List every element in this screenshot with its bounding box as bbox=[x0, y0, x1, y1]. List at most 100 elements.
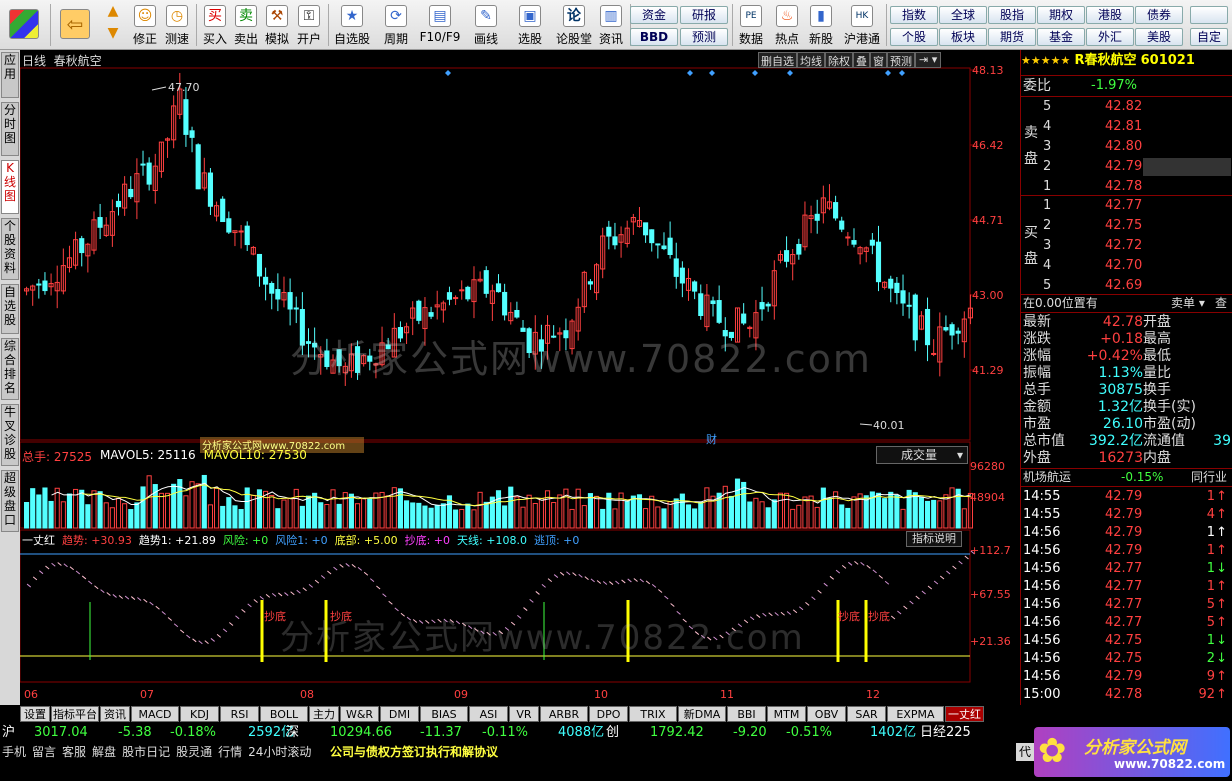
futures-button[interactable]: 期货 bbox=[988, 28, 1036, 46]
indicator-tab[interactable]: MTM bbox=[767, 706, 806, 722]
indicator-tab[interactable]: ARBR bbox=[540, 706, 588, 722]
data-button[interactable]: PE 数据 bbox=[736, 3, 766, 47]
draw-button[interactable]: ✎ 画线 bbox=[466, 3, 506, 47]
indicator-tab[interactable]: BBI bbox=[727, 706, 766, 722]
sell-level-4[interactable]: 2 42.79 bbox=[1021, 158, 1232, 176]
bottom-menu-item[interactable]: 股市日记 bbox=[122, 743, 170, 761]
cy-index[interactable]: 1792.42 bbox=[650, 723, 704, 743]
buy-level-1[interactable]: 1 42.77 bbox=[1021, 197, 1232, 215]
left-tab-kline[interactable]: K线图 bbox=[1, 160, 19, 214]
buy-level-5[interactable]: 5 42.69 bbox=[1021, 277, 1232, 295]
indicator-tab[interactable]: BIAS bbox=[420, 706, 468, 722]
same-industry-link[interactable]: 同行业 bbox=[1191, 468, 1227, 486]
sh-index[interactable]: 3017.04 bbox=[34, 723, 88, 743]
indicator-tab[interactable]: BOLL bbox=[260, 706, 308, 722]
funds-button[interactable]: 资金 bbox=[630, 6, 678, 24]
sell-level-3[interactable]: 3 42.80 bbox=[1021, 138, 1232, 156]
forex-button[interactable]: 外汇 bbox=[1086, 28, 1134, 46]
sell-button[interactable]: 卖卖出 bbox=[231, 3, 261, 47]
indicator-tab[interactable]: EXPMA bbox=[887, 706, 944, 722]
up-down-button[interactable]: ▲ ▼ bbox=[100, 3, 126, 47]
us-stocks-button[interactable]: 美股 bbox=[1135, 28, 1183, 46]
nikkei-label[interactable]: 日经225 bbox=[920, 723, 971, 743]
sell-level-5[interactable]: 1 42.78 bbox=[1021, 178, 1232, 196]
left-tab-self-select[interactable]: 自选股 bbox=[1, 284, 19, 334]
bottom-menu-item[interactable]: 行情 bbox=[218, 743, 242, 761]
period-button[interactable]: ⟳ 周期 bbox=[376, 3, 416, 47]
index-button[interactable]: 指数 bbox=[890, 6, 938, 24]
buy-button[interactable]: 买买入 bbox=[200, 3, 230, 47]
bottom-menu-item[interactable]: 手机 bbox=[2, 743, 26, 761]
indicator-tab[interactable]: SAR bbox=[847, 706, 886, 722]
left-tab-diagnosis[interactable]: 牛叉诊股 bbox=[1, 404, 19, 466]
research-button[interactable]: 研报 bbox=[680, 6, 728, 24]
window-button[interactable]: 窗 bbox=[870, 52, 887, 68]
custom-top-button[interactable] bbox=[1190, 6, 1228, 24]
order-label[interactable]: 卖单 ▾ bbox=[1171, 294, 1205, 312]
indicator-tab[interactable]: DMI bbox=[380, 706, 419, 722]
left-tab-timeshare[interactable]: 分时图 bbox=[1, 102, 19, 156]
speedtest-button[interactable]: ◷ 测速 bbox=[162, 3, 192, 47]
indicator-tab[interactable]: TRIX bbox=[629, 706, 677, 722]
bottom-menu-item[interactable]: 客服 bbox=[62, 743, 86, 761]
hot-button[interactable]: ♨ 热点 bbox=[772, 3, 802, 47]
left-tab-super-board[interactable]: 超级盘口 bbox=[1, 470, 19, 532]
sell-level-2[interactable]: 4 42.81 bbox=[1021, 118, 1232, 136]
indicator-tab[interactable]: KDJ bbox=[180, 706, 219, 722]
indicator-tab[interactable]: OBV bbox=[807, 706, 846, 722]
f10-button[interactable]: ▤ F10/F9 bbox=[418, 3, 462, 47]
indicator-tab[interactable]: DPO bbox=[589, 706, 628, 722]
indicator-tab[interactable]: 新DMA bbox=[678, 706, 726, 722]
indicator-tab[interactable]: 主力 bbox=[309, 706, 339, 722]
self-select-button[interactable]: ★ 自选股 bbox=[332, 3, 372, 47]
forecast-button[interactable]: 预测 bbox=[680, 28, 728, 46]
options-button[interactable]: 期权 bbox=[1037, 6, 1085, 24]
indicator-tab[interactable]: MACD bbox=[131, 706, 179, 722]
open-account-button[interactable]: ⚿ 开户 bbox=[294, 3, 324, 47]
side-status-label[interactable]: 代 bbox=[1019, 745, 1031, 759]
new-stock-button[interactable]: ▮ 新股 bbox=[806, 3, 836, 47]
volume-dropdown[interactable]: 成交量 ▾ bbox=[876, 446, 968, 464]
bonds-button[interactable]: 债券 bbox=[1135, 6, 1183, 24]
indicator-tab[interactable]: 资讯 bbox=[100, 706, 130, 722]
indicator-tab[interactable]: VR bbox=[509, 706, 539, 722]
sell-level-1[interactable]: 5 42.82 bbox=[1021, 98, 1232, 116]
indicator-tab[interactable]: ASI bbox=[469, 706, 508, 722]
hk-stocks-button[interactable]: 港股 bbox=[1086, 6, 1134, 24]
predict-button[interactable]: 预测 bbox=[887, 52, 915, 68]
left-tab-stock-info[interactable]: 个股资料 bbox=[1, 218, 19, 280]
indicator-tab[interactable]: 一丈红 bbox=[945, 706, 984, 722]
simulate-button[interactable]: ⚒ 模拟 bbox=[262, 3, 292, 47]
indicator-tab[interactable]: W&R bbox=[340, 706, 379, 722]
remove-self-select-button[interactable]: 删自选 bbox=[758, 52, 797, 68]
left-tab-apps[interactable]: 应用 bbox=[1, 52, 19, 98]
indicator-tab[interactable]: 指标平台 bbox=[51, 706, 99, 722]
indicator-tab[interactable]: RSI bbox=[220, 706, 259, 722]
hk-connect-button[interactable]: HK 沪港通 bbox=[840, 3, 884, 47]
sector-button[interactable]: 板块 bbox=[939, 28, 987, 46]
buy-level-2[interactable]: 2 42.75 bbox=[1021, 217, 1232, 235]
menu-grid-button[interactable] bbox=[4, 3, 44, 47]
info-button[interactable]: ▥ 资讯 bbox=[596, 3, 626, 47]
indicator-tab[interactable]: 设置 bbox=[20, 706, 50, 722]
bbd-button[interactable]: BBD bbox=[630, 28, 678, 46]
custom-button[interactable]: 自定 bbox=[1190, 28, 1228, 46]
global-button[interactable]: 全球 bbox=[939, 6, 987, 24]
sector-row[interactable]: 机场航运 -0.15% 同行业 bbox=[1021, 468, 1232, 486]
single-stock-button[interactable]: 个股 bbox=[890, 28, 938, 46]
sz-index[interactable]: 10294.66 bbox=[330, 723, 392, 743]
buy-level-3[interactable]: 3 42.72 bbox=[1021, 237, 1232, 255]
back-button[interactable]: ⇦ bbox=[56, 3, 94, 47]
news-ticker[interactable]: 公司与债权方签订执行和解协议 bbox=[330, 743, 498, 761]
chart-area[interactable]: 日线 春秋航空 删自选 均线 除权 叠 窗 预测 ⇥ ▾ 48.13 46.42… bbox=[20, 50, 1020, 705]
fund-button[interactable]: 基金 bbox=[1037, 28, 1085, 46]
stock-index-button[interactable]: 股指 bbox=[988, 6, 1036, 24]
bottom-menu-item[interactable]: 留言 bbox=[32, 743, 56, 761]
bottom-menu-item[interactable]: 解盘 bbox=[92, 743, 116, 761]
overlay-button[interactable]: 叠 bbox=[853, 52, 870, 68]
buy-level-4[interactable]: 4 42.70 bbox=[1021, 257, 1232, 275]
financial-report-marker[interactable]: 财 bbox=[706, 431, 717, 447]
query-button[interactable]: 查 bbox=[1215, 294, 1227, 312]
modify-button[interactable]: ☺ 修正 bbox=[130, 3, 160, 47]
left-tab-ranking[interactable]: 综合排名 bbox=[1, 338, 19, 400]
